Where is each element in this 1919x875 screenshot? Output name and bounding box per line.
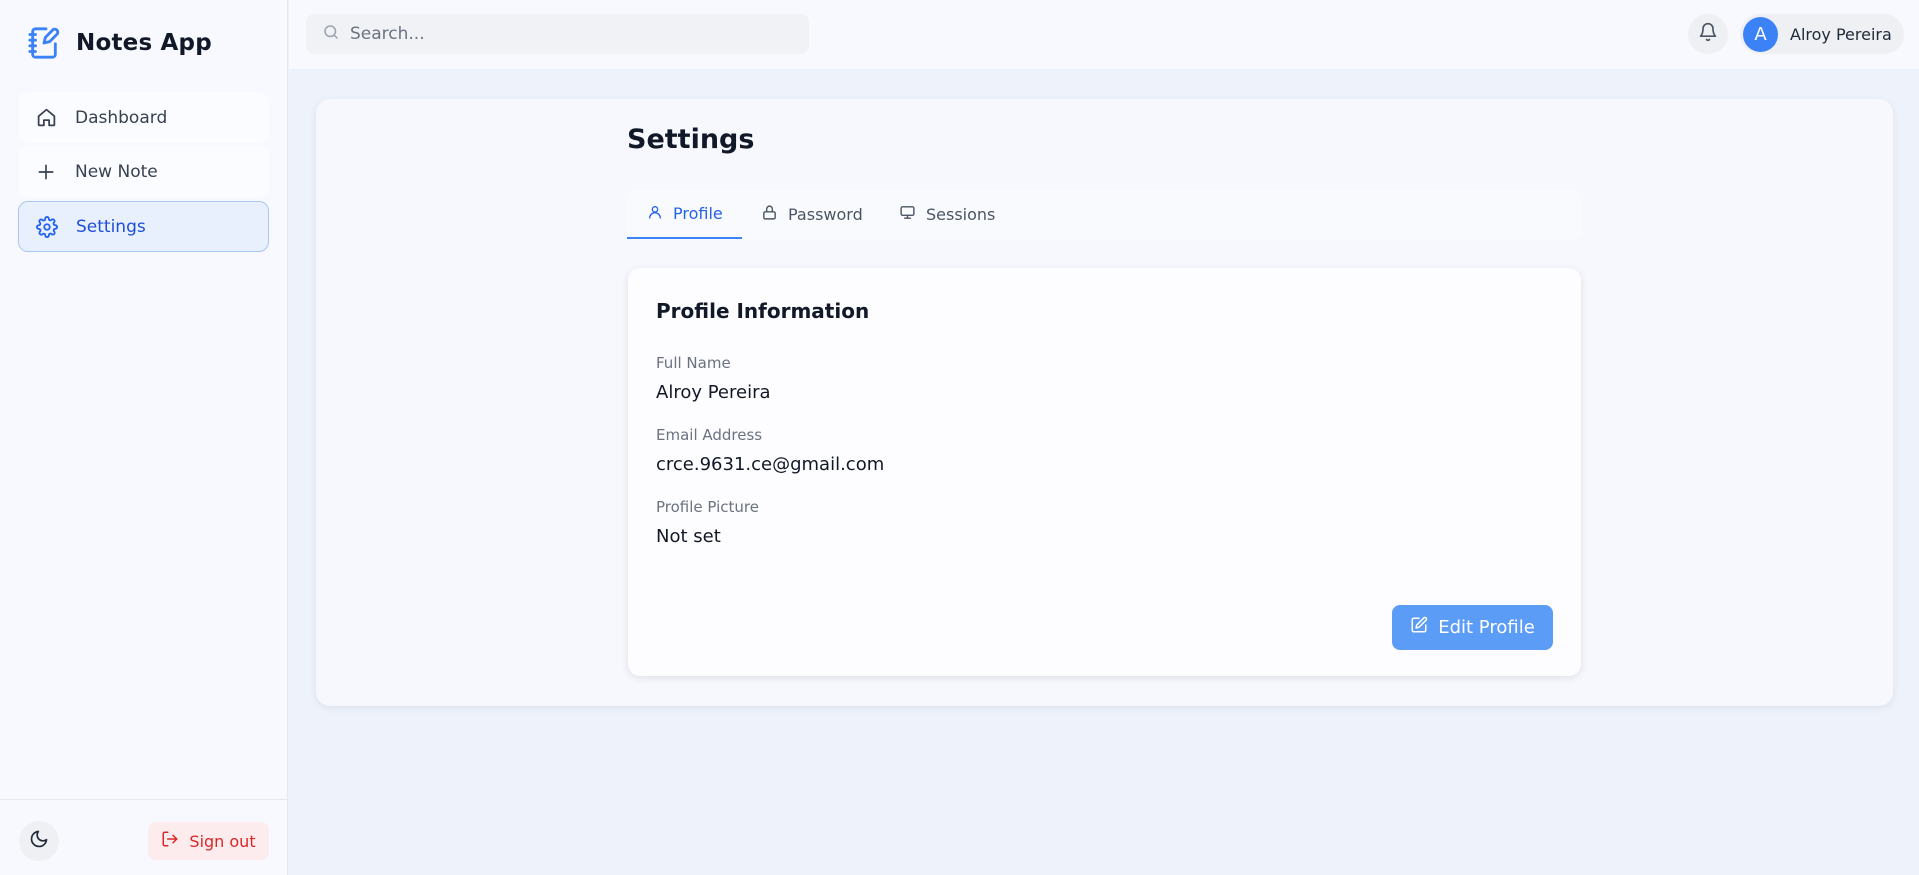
user-menu[interactable]: A Alroy Pereira [1740,14,1904,54]
tab-label: Profile [673,204,723,223]
log-out-icon [161,830,179,852]
tab-profile[interactable]: Profile [627,190,742,239]
user-icon [647,204,663,224]
tab-label: Sessions [926,205,996,224]
app-title: Notes App [76,30,212,56]
sidebar-footer: Sign out [0,799,288,875]
settings-tabs: Profile Password Sessions [627,190,1581,239]
full-name-value: Alroy Pereira [656,382,771,403]
user-name: Alroy Pereira [1790,24,1892,44]
plus-icon [35,161,57,183]
sidebar-item-label: Dashboard [75,107,168,128]
top-header: A Alroy Pereira [289,0,1919,70]
notebook-pen-icon [26,24,62,62]
sidebar-item-label: Settings [76,216,146,237]
profile-picture-label: Profile Picture [656,498,759,516]
moon-icon [29,829,49,853]
home-icon [35,107,57,129]
tab-sessions[interactable]: Sessions [899,190,995,239]
monitor-icon [899,204,916,225]
sidebar: Notes App Dashboard New Note Settings Si… [0,0,288,875]
email-label: Email Address [656,426,763,444]
sidebar-item-settings[interactable]: Settings [18,201,269,252]
page-title: Settings [627,124,755,155]
sidebar-item-new-note[interactable]: New Note [18,146,269,197]
gear-icon [36,215,58,238]
theme-toggle-button[interactable] [19,821,59,861]
sign-out-button[interactable]: Sign out [148,822,269,860]
search-icon [322,23,340,45]
brand[interactable]: Notes App [26,24,212,62]
edit-profile-label: Edit Profile [1438,617,1535,638]
sign-out-label: Sign out [189,831,256,851]
search-input[interactable] [350,24,790,44]
profile-picture-value: Not set [656,526,721,547]
card-title: Profile Information [656,299,870,323]
tab-password[interactable]: Password [761,190,863,239]
avatar: A [1743,16,1778,52]
tab-label: Password [788,205,863,224]
sidebar-item-dashboard[interactable]: Dashboard [18,92,269,143]
search-bar[interactable] [306,14,809,54]
bell-icon [1698,22,1718,46]
settings-panel: Settings Profile Password Sessions Profi… [316,99,1893,706]
lock-icon [761,204,778,225]
edit-profile-button[interactable]: Edit Profile [1392,605,1553,650]
email-value: crce.9631.ce@gmail.com [656,454,885,475]
sidebar-item-label: New Note [75,161,158,182]
edit-icon [1410,616,1428,639]
profile-card: Profile Information Full Name Alroy Pere… [628,268,1581,676]
notifications-button[interactable] [1688,14,1728,54]
full-name-label: Full Name [656,354,731,372]
